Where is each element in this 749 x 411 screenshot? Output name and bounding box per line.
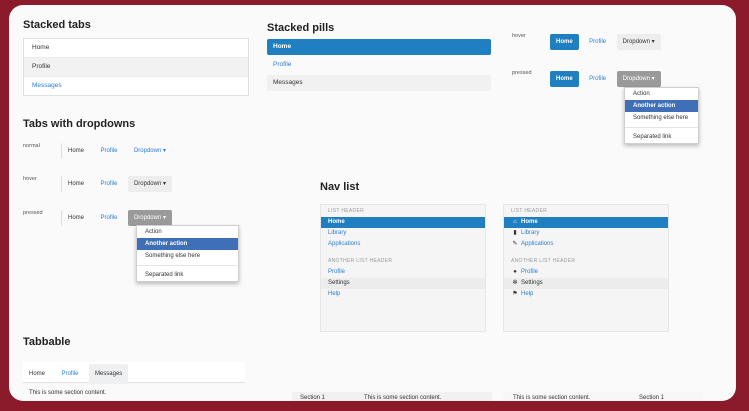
user-icon: ●: [513, 269, 517, 275]
pills-pressed-row: Home Profile Dropdown ▾: [550, 67, 661, 87]
pill-home[interactable]: Home: [550, 34, 579, 50]
tab-home-pressed[interactable]: Home: [61, 210, 90, 226]
tabbable-right-panel: This is some section content. Section 1: [503, 392, 703, 401]
nav-list-title: Nav list: [320, 181, 360, 193]
stacked-tabs-title: Stacked tabs: [23, 19, 91, 31]
stacked-tabs: Home Profile Messages: [23, 38, 249, 96]
stacked-tab-profile[interactable]: Profile: [24, 58, 248, 77]
menu-item-another-action[interactable]: Another action: [625, 100, 698, 112]
nav-item-settings[interactable]: ✻ Settings: [504, 278, 668, 289]
tabbable-section-tab[interactable]: Section 1: [300, 395, 325, 401]
nav-list-header: LIST HEADER: [328, 208, 364, 214]
stacked-tab-messages[interactable]: Messages: [24, 77, 248, 95]
menu-divider: [137, 265, 238, 266]
tabs-state-hover: hover: [23, 176, 37, 182]
tabbable-section-content: This is some section content.: [364, 395, 442, 401]
menu-item-action[interactable]: Action: [625, 88, 698, 100]
state-label-hover: hover: [512, 33, 526, 39]
tab-profile[interactable]: Profile: [94, 143, 123, 159]
tabs-state-normal: normal: [23, 143, 40, 149]
nav-item-settings[interactable]: Settings: [321, 278, 485, 289]
tabbable-tab-messages[interactable]: Messages: [88, 364, 129, 384]
nav-list-header-2: ANOTHER LIST HEADER: [511, 258, 576, 264]
menu-item-action[interactable]: Action: [137, 226, 238, 238]
pill-dropdown[interactable]: Dropdown ▾: [616, 34, 661, 50]
tabs-normal-row: Home Profile Dropdown ▾: [61, 139, 172, 159]
nav-item-profile[interactable]: Profile: [321, 267, 485, 278]
tabs-with-dropdowns-title: Tabs with dropdowns: [23, 118, 136, 130]
tab-dropdown-menu: Action Another action Something else her…: [136, 225, 239, 282]
pill-home-pressed[interactable]: Home: [550, 71, 579, 87]
book-icon: ▮: [513, 230, 517, 236]
menu-item-separated-link[interactable]: Separated link: [625, 131, 698, 143]
tabbable-tab-home[interactable]: Home: [23, 364, 51, 384]
tabbable-tabs: Home Profile Messages: [23, 362, 245, 384]
nav-item-help[interactable]: ⚑ Help: [504, 289, 668, 300]
tabs-state-pressed: pressed: [23, 210, 43, 216]
tabbable-tab-profile[interactable]: Profile: [55, 364, 84, 384]
tabs-pressed-row: Home Profile Dropdown ▾: [61, 206, 172, 226]
nav-item-home[interactable]: Home: [321, 217, 485, 228]
tabbable-section-content: This is some section content.: [513, 395, 591, 401]
stacked-tab-home[interactable]: Home: [24, 39, 248, 58]
menu-item-something-else[interactable]: Something else here: [137, 250, 238, 262]
nav-list-header-2: ANOTHER LIST HEADER: [328, 258, 393, 264]
tab-profile-pressed[interactable]: Profile: [94, 210, 123, 226]
ui-kit-canvas: Stacked tabs Home Profile Messages Stack…: [9, 5, 736, 401]
nav-item-library[interactable]: Library: [321, 228, 485, 239]
nav-item-label: Settings: [521, 280, 543, 286]
tabbable-left-panel: Section 1 This is some section content.: [292, 392, 492, 401]
tabbable-title: Tabbable: [23, 336, 71, 348]
nav-item-home[interactable]: ⌂ Home: [504, 217, 668, 228]
nav-item-help[interactable]: Help: [321, 289, 485, 300]
gear-icon: ✻: [512, 280, 518, 286]
menu-item-something-else[interactable]: Something else here: [625, 112, 698, 124]
tabbable-section-tab[interactable]: Section 1: [639, 395, 664, 401]
stacked-pill-messages[interactable]: Messages: [267, 75, 491, 91]
nav-list-plain: LIST HEADER Home Library Applications AN…: [320, 204, 486, 332]
nav-item-label: Library: [521, 230, 540, 236]
stacked-pill-home[interactable]: Home: [267, 39, 491, 55]
nav-item-label: Help: [521, 291, 534, 297]
stacked-pills: Home Profile Messages: [267, 39, 491, 93]
tab-home-hover[interactable]: Home: [61, 176, 90, 192]
pill-dropdown-menu: Action Another action Something else her…: [624, 87, 699, 144]
nav-item-label: Home: [521, 219, 538, 225]
menu-item-separated-link[interactable]: Separated link: [137, 269, 238, 281]
pencil-icon: ✎: [512, 241, 518, 247]
nav-item-profile[interactable]: ● Profile: [504, 267, 668, 278]
flag-icon: ⚑: [512, 291, 518, 297]
nav-item-applications[interactable]: Applications: [321, 239, 485, 250]
stacked-pills-title: Stacked pills: [267, 22, 335, 34]
stacked-pill-profile[interactable]: Profile: [267, 57, 491, 73]
nav-list-icons: LIST HEADER ⌂ Home ▮ Library ✎ Applications…: [503, 204, 669, 332]
tab-dropdown-hover[interactable]: Dropdown ▾: [127, 176, 172, 192]
home-icon: ⌂: [513, 219, 517, 225]
pill-profile[interactable]: Profile: [583, 34, 612, 50]
state-label-pressed: pressed: [512, 70, 532, 76]
pill-dropdown-pressed[interactable]: Dropdown ▾: [616, 71, 661, 87]
tabs-hover-row: Home Profile Dropdown ▾: [61, 172, 172, 192]
tab-home[interactable]: Home: [61, 143, 90, 159]
tab-dropdown[interactable]: Dropdown ▾: [128, 143, 172, 159]
pills-hover-row: Home Profile Dropdown ▾: [550, 30, 661, 50]
nav-item-library[interactable]: ▮ Library: [504, 228, 668, 239]
nav-item-applications[interactable]: ✎ Applications: [504, 239, 668, 250]
menu-item-another-action[interactable]: Another action: [137, 238, 238, 250]
menu-divider: [625, 127, 698, 128]
tab-dropdown-pressed[interactable]: Dropdown ▾: [127, 210, 172, 226]
nav-item-label: Profile: [521, 269, 539, 275]
pill-profile-pressed[interactable]: Profile: [583, 71, 612, 87]
tab-profile-hover[interactable]: Profile: [94, 176, 123, 192]
tabbable-content: This is some section content.: [29, 390, 107, 396]
nav-item-label: Applications: [521, 241, 554, 247]
nav-list-header: LIST HEADER: [511, 208, 547, 214]
